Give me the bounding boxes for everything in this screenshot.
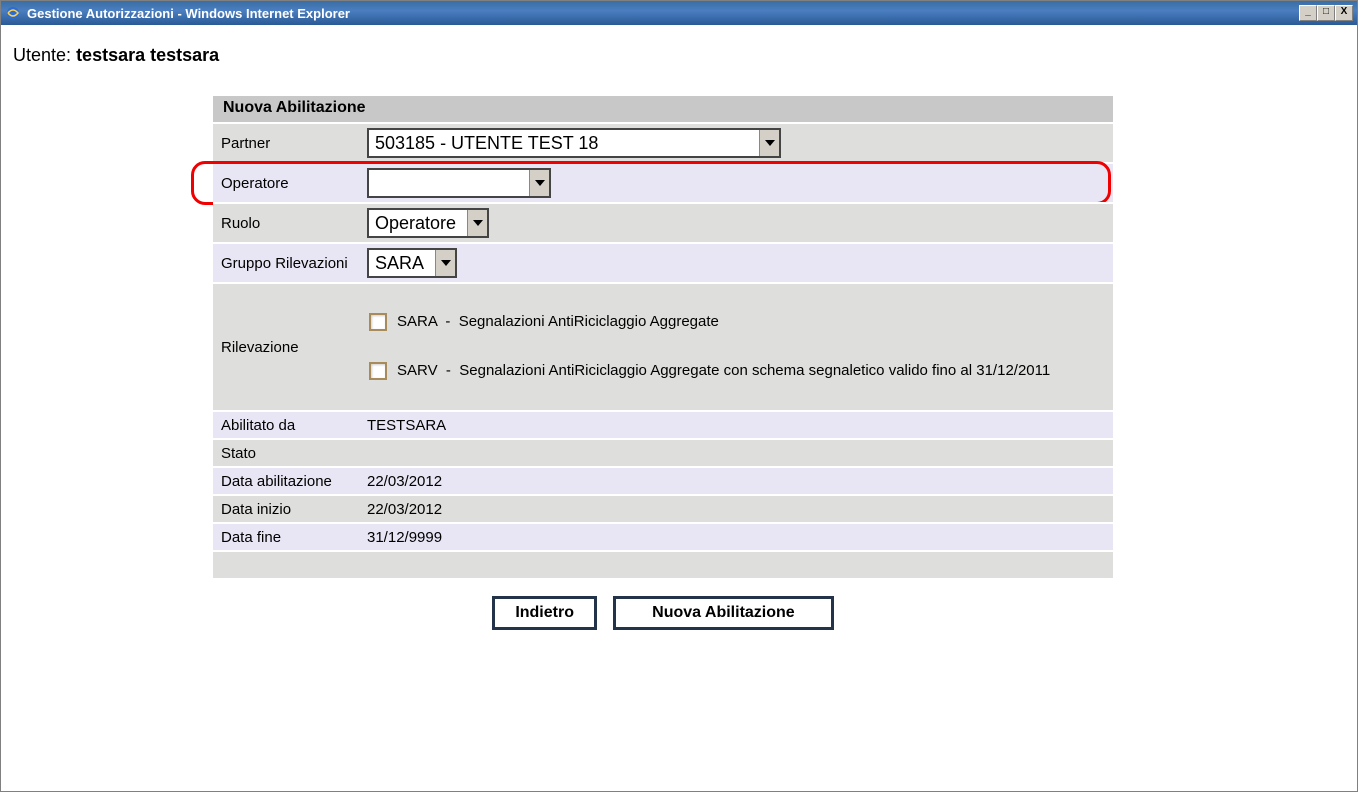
window-controls: _ □ X [1299, 5, 1353, 21]
user-label: Utente: [13, 45, 71, 65]
row-stato: Stato [213, 438, 1113, 466]
user-line: Utente: testsara testsara [13, 45, 1311, 66]
checkbox-sarv[interactable] [369, 362, 387, 380]
rilevazione-sarv-text: SARV - Segnalazioni AntiRiciclaggio Aggr… [397, 362, 1050, 381]
select-operatore[interactable] [367, 168, 551, 198]
buttons-row: Indietro Nuova Abilitazione [213, 578, 1113, 648]
row-data-inizio: Data inizio 22/03/2012 [213, 494, 1113, 522]
panel-title: Nuova Abilitazione [213, 96, 1113, 122]
row-rilevazione: Rilevazione SARA - Segnalazioni AntiRici… [213, 282, 1113, 410]
maximize-button[interactable]: □ [1317, 5, 1335, 21]
checkbox-sara[interactable] [369, 313, 387, 331]
row-data-abilitazione: Data abilitazione 22/03/2012 [213, 466, 1113, 494]
select-ruolo[interactable]: Operatore [367, 208, 489, 238]
value-data-abilitazione: 22/03/2012 [363, 470, 1113, 493]
label-data-fine: Data fine [213, 526, 363, 549]
page: Utente: testsara testsara Nuova Abilitaz… [7, 31, 1317, 785]
row-gruppo: Gruppo Rilevazioni SARA [213, 242, 1113, 282]
label-gruppo: Gruppo Rilevazioni [213, 249, 363, 278]
select-ruolo-value: Operatore [375, 213, 463, 234]
value-stato [363, 450, 1113, 456]
row-data-fine: Data fine 31/12/9999 [213, 522, 1113, 550]
label-stato: Stato [213, 442, 363, 465]
value-abilitato-da: TESTSARA [363, 414, 1113, 437]
label-data-abilitazione: Data abilitazione [213, 470, 363, 493]
select-gruppo-value: SARA [375, 253, 431, 274]
row-partner: Partner 503185 - UTENTE TEST 18 [213, 122, 1113, 162]
label-ruolo: Ruolo [213, 209, 363, 238]
ie-window: Gestione Autorizzazioni - Windows Intern… [0, 0, 1358, 792]
rilevazione-sara-text: SARA - Segnalazioni AntiRiciclaggio Aggr… [397, 313, 719, 332]
value-data-inizio: 22/03/2012 [363, 498, 1113, 521]
select-partner-value: 503185 - UTENTE TEST 18 [375, 133, 755, 154]
row-operatore: Operatore [213, 162, 1113, 202]
form-panel: Nuova Abilitazione Partner 503185 - UTEN… [213, 96, 1113, 648]
value-data-fine: 31/12/9999 [363, 526, 1113, 549]
label-rilevazione: Rilevazione [213, 333, 363, 362]
minimize-button[interactable]: _ [1299, 5, 1317, 21]
chevron-down-icon [529, 170, 549, 196]
chevron-down-icon [759, 130, 779, 156]
label-operatore: Operatore [213, 169, 363, 198]
titlebar: Gestione Autorizzazioni - Windows Intern… [1, 1, 1357, 25]
select-gruppo[interactable]: SARA [367, 248, 457, 278]
select-partner[interactable]: 503185 - UTENTE TEST 18 [367, 128, 781, 158]
chevron-down-icon [435, 250, 455, 276]
label-data-inizio: Data inizio [213, 498, 363, 521]
nuova-abilitazione-button[interactable]: Nuova Abilitazione [613, 596, 834, 630]
row-abilitato-da: Abilitato da TESTSARA [213, 410, 1113, 438]
row-spacer [213, 550, 1113, 578]
user-value: testsara testsara [76, 45, 219, 65]
row-ruolo: Ruolo Operatore [213, 202, 1113, 242]
label-abilitato-da: Abilitato da [213, 414, 363, 437]
close-button[interactable]: X [1335, 5, 1353, 21]
window-title: Gestione Autorizzazioni - Windows Intern… [27, 6, 1299, 21]
label-partner: Partner [213, 129, 363, 158]
indietro-button[interactable]: Indietro [492, 596, 597, 630]
chevron-down-icon [467, 210, 487, 236]
rilevazione-item-sara: SARA - Segnalazioni AntiRiciclaggio Aggr… [369, 313, 1107, 332]
ie-icon [5, 5, 21, 21]
content-area: Utente: testsara testsara Nuova Abilitaz… [1, 25, 1357, 791]
rilevazione-item-sarv: SARV - Segnalazioni AntiRiciclaggio Aggr… [369, 362, 1107, 381]
